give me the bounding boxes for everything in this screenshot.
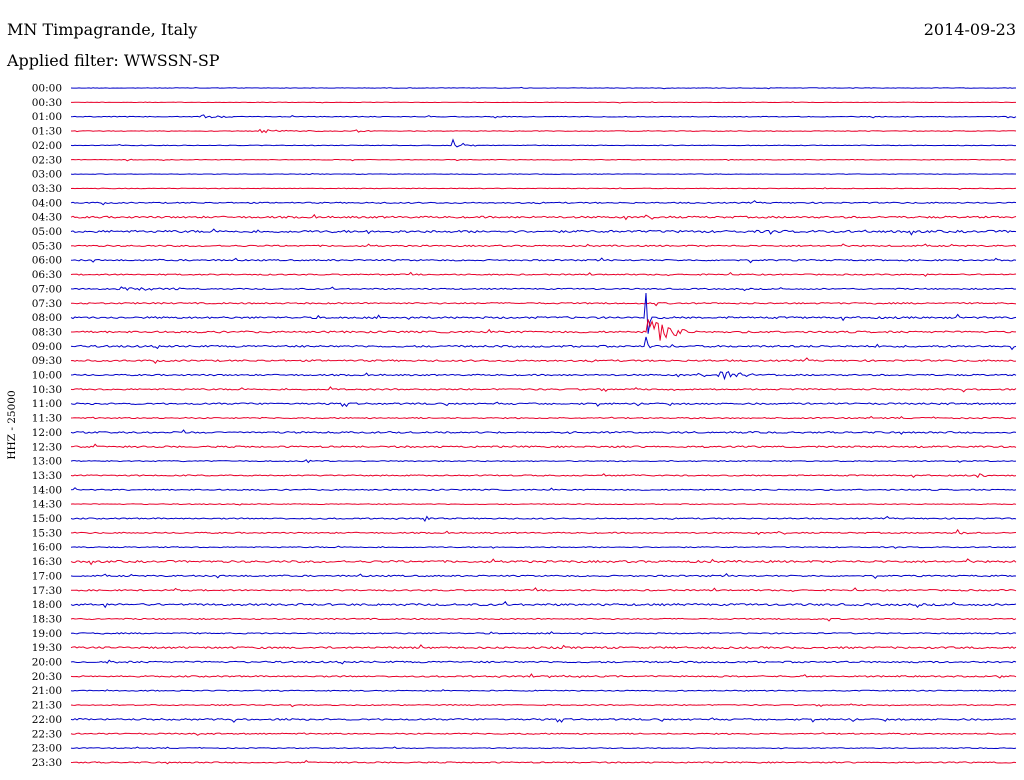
trace-row — [70, 717, 1017, 723]
row-time-label: 11:00 — [32, 398, 62, 410]
row-time-label: 01:30 — [32, 126, 62, 138]
trace-row — [70, 257, 1017, 264]
helicorder-chart: 00:00 00:30 01:00 01:30 02:00 02:30 03:00 03:30… — [6, 83, 1017, 769]
row-time-label: 17:00 — [32, 570, 62, 582]
trace-row — [70, 503, 1017, 506]
trace-row — [70, 746, 1017, 750]
trace-row — [70, 243, 1017, 248]
row-time-label: 22:30 — [32, 728, 62, 740]
row-time-label: 07:30 — [32, 298, 62, 310]
trace-row — [70, 600, 1017, 609]
trace-row — [70, 558, 1017, 566]
trace-row — [70, 271, 1017, 277]
row-time-label: 19:30 — [32, 642, 62, 654]
row-time-label: 08:00 — [32, 312, 62, 324]
trace-row — [70, 759, 1017, 765]
row-time-label: 15:00 — [32, 513, 62, 525]
trace-row — [70, 573, 1017, 580]
row-time-label: 22:00 — [32, 714, 62, 726]
trace-row — [70, 631, 1017, 635]
row-time-label: 20:00 — [32, 657, 62, 669]
row-time-label: 03:00 — [32, 169, 62, 181]
row-time-label: 09:00 — [32, 341, 62, 353]
row-time-label: 07:00 — [32, 283, 62, 295]
trace-row — [70, 213, 1017, 221]
row-time-label: 10:30 — [32, 384, 62, 396]
trace-row — [70, 415, 1017, 420]
trace-row — [70, 487, 1017, 491]
trace-row — [70, 443, 1017, 449]
row-time-label: 16:00 — [32, 542, 62, 554]
row-time-label: 18:30 — [32, 613, 62, 625]
trace-row — [70, 301, 1017, 307]
row-time-label: 14:30 — [32, 499, 62, 511]
row-time-label: 04:30 — [32, 212, 62, 224]
trace-row — [70, 473, 1017, 479]
trace-row — [70, 187, 1017, 191]
row-time-label: 19:00 — [32, 628, 62, 640]
trace-row — [70, 617, 1017, 622]
trace-row — [70, 370, 1017, 381]
trace-row — [71, 587, 1017, 593]
row-time-label: 12:30 — [32, 441, 62, 453]
row-time-label: 01:00 — [32, 111, 62, 123]
trace-row — [70, 703, 1017, 708]
row-time-label: 23:30 — [32, 757, 62, 769]
row-time-label: 13:00 — [32, 456, 62, 468]
trace-row — [70, 357, 1017, 365]
trace-row — [70, 172, 1017, 175]
trace-row — [70, 545, 1017, 549]
trace-row — [70, 659, 1017, 665]
row-time-label: 05:30 — [32, 240, 62, 252]
trace-row — [70, 401, 1017, 408]
trace-row — [70, 200, 1017, 206]
row-time-label: 02:00 — [32, 140, 62, 152]
row-time-label: 13:30 — [32, 470, 62, 482]
row-time-label: 00:30 — [32, 97, 62, 109]
trace-row — [70, 128, 1017, 134]
row-time-label: 05:00 — [32, 226, 62, 238]
trace-row — [70, 114, 1017, 119]
row-time-label: 21:30 — [32, 700, 62, 712]
trace-row — [70, 515, 1017, 522]
row-time-label: 18:00 — [32, 599, 62, 611]
row-time-label: 08:30 — [32, 326, 62, 338]
row-time-label: 02:30 — [32, 154, 62, 166]
trace-row — [70, 689, 1017, 692]
trace-row — [70, 644, 1017, 650]
y-axis-label: HHZ - 25000 — [6, 390, 18, 459]
trace-row — [70, 386, 1017, 393]
row-time-label: 20:30 — [32, 671, 62, 683]
trace-row — [70, 101, 1017, 104]
row-time-label: 12:00 — [32, 427, 62, 439]
trace-row — [70, 292, 1017, 334]
row-time-label: 10:00 — [32, 370, 62, 382]
trace-row — [70, 336, 1017, 351]
row-time-label: 04:00 — [32, 197, 62, 209]
trace-row — [70, 673, 1017, 679]
row-time-label: 17:30 — [32, 585, 62, 597]
trace-row — [70, 158, 1017, 162]
trace-row — [70, 429, 1017, 435]
trace-row — [70, 138, 1017, 148]
trace-row — [70, 286, 1017, 292]
trace-row — [70, 528, 1017, 536]
trace-row — [70, 86, 1017, 90]
row-time-label: 15:30 — [32, 527, 62, 539]
trace-row — [70, 459, 1017, 464]
trace-row — [70, 732, 1017, 736]
row-time-label: 11:30 — [32, 413, 62, 425]
row-time-label: 16:30 — [32, 556, 62, 568]
row-time-label: 23:00 — [32, 743, 62, 755]
trace-row — [70, 228, 1017, 236]
row-time-label: 06:00 — [32, 255, 62, 267]
row-time-label: 00:00 — [32, 83, 62, 95]
row-time-label: 03:30 — [32, 183, 62, 195]
row-time-label: 14:00 — [32, 484, 62, 496]
trace-rows: 00:00 00:30 01:00 01:30 02:00 02:30 03:00 03:30… — [32, 83, 1017, 769]
row-time-label: 06:30 — [32, 269, 62, 281]
row-time-label: 21:00 — [32, 685, 62, 697]
row-time-label: 09:30 — [32, 355, 62, 367]
trace-row — [70, 319, 1017, 341]
